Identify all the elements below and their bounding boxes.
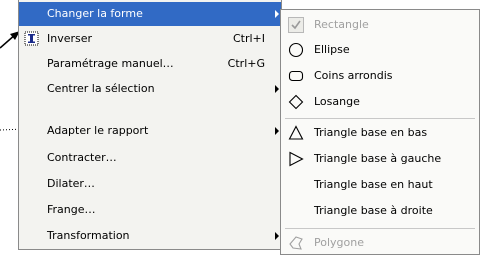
submenu-item-label: Triangle base à droite	[314, 204, 433, 217]
submenu-arrow-icon	[275, 10, 279, 18]
submenu-item-losange[interactable]: Losange	[281, 89, 479, 115]
menu-item-label: Frange…	[47, 203, 96, 216]
submenu-item-label: Coins arrondis	[314, 69, 393, 82]
submenu-item-label: Rectangle	[314, 18, 369, 31]
ellipse-icon	[288, 42, 304, 58]
rounded-rectangle-icon	[288, 68, 304, 84]
checkmark-icon	[288, 17, 304, 33]
menu-item-label: Inverser	[47, 32, 93, 45]
submenu-arrow-icon	[275, 232, 279, 240]
triangle-right-icon	[288, 151, 304, 167]
submenu-item-label: Polygone	[314, 236, 364, 249]
menu-item-contracter[interactable]: Contracter…	[19, 146, 281, 170]
menu-item-dilater[interactable]: Dilater…	[19, 172, 281, 196]
submenu-item-triangle-base-en-bas[interactable]: Triangle base en bas	[281, 120, 479, 146]
submenu-item-ellipse[interactable]: Ellipse	[281, 37, 479, 63]
submenu-item-triangle-base-a-droite[interactable]: Triangle base à droite	[281, 198, 479, 224]
menu-item-frange[interactable]: Frange…	[19, 198, 281, 222]
menu-item-parametrage-manuel[interactable]: Paramétrage manuel… Ctrl+G	[19, 52, 281, 76]
submenu-item-label: Triangle base en haut	[314, 178, 433, 191]
shortcut-label: Ctrl+G	[227, 57, 265, 70]
shortcut-label: Ctrl+I	[232, 32, 265, 45]
menu-item-inverser[interactable]: Inverser Ctrl+I	[19, 27, 281, 51]
menu-item-label: Dilater…	[47, 177, 95, 190]
submenu-separator	[285, 228, 475, 229]
text-cursor-icon	[24, 31, 39, 46]
menu-item-centrer-la-selection[interactable]: Centrer la sélection	[19, 77, 281, 101]
submenu-item-rectangle[interactable]: Rectangle	[281, 12, 479, 38]
menu-item-label: Centrer la sélection	[47, 82, 155, 95]
callout-arrow-top	[0, 33, 17, 49]
diamond-icon	[288, 94, 304, 110]
shape-submenu: Rectangle Ellipse Coins arrondis Losange…	[280, 9, 480, 255]
menu-item-adapter-le-rapport[interactable]: Adapter le rapport	[19, 119, 281, 143]
submenu-arrow-icon	[275, 127, 279, 135]
triangle-up-icon	[288, 125, 304, 141]
submenu-item-polygone[interactable]: Polygone	[281, 230, 479, 256]
polygon-icon	[288, 235, 304, 251]
menu-item-label: Changer la forme	[47, 7, 143, 20]
menu-item-label: Paramétrage manuel…	[47, 57, 174, 70]
menu-item-changer-la-forme[interactable]: Changer la forme	[19, 2, 281, 26]
submenu-item-triangle-base-a-gauche[interactable]: Triangle base à gauche	[281, 146, 479, 172]
menu-item-label: Adapter le rapport	[47, 124, 149, 137]
submenu-item-label: Losange	[314, 95, 360, 108]
submenu-item-coins-arrondis[interactable]: Coins arrondis	[281, 63, 479, 89]
submenu-separator	[285, 118, 475, 119]
submenu-item-triangle-base-en-haut[interactable]: Triangle base en haut	[281, 172, 479, 198]
submenu-arrow-icon	[275, 85, 279, 93]
submenu-item-label: Triangle base en bas	[314, 126, 428, 139]
menu-item-label: Contracter…	[47, 151, 117, 164]
menu-item-transformation[interactable]: Transformation	[19, 224, 281, 248]
context-menu: Changer la forme Inverser Ctrl+I Paramét…	[18, 0, 282, 250]
menu-item-label: Transformation	[47, 229, 130, 242]
submenu-item-label: Triangle base à gauche	[314, 152, 442, 165]
submenu-item-label: Ellipse	[314, 43, 350, 56]
